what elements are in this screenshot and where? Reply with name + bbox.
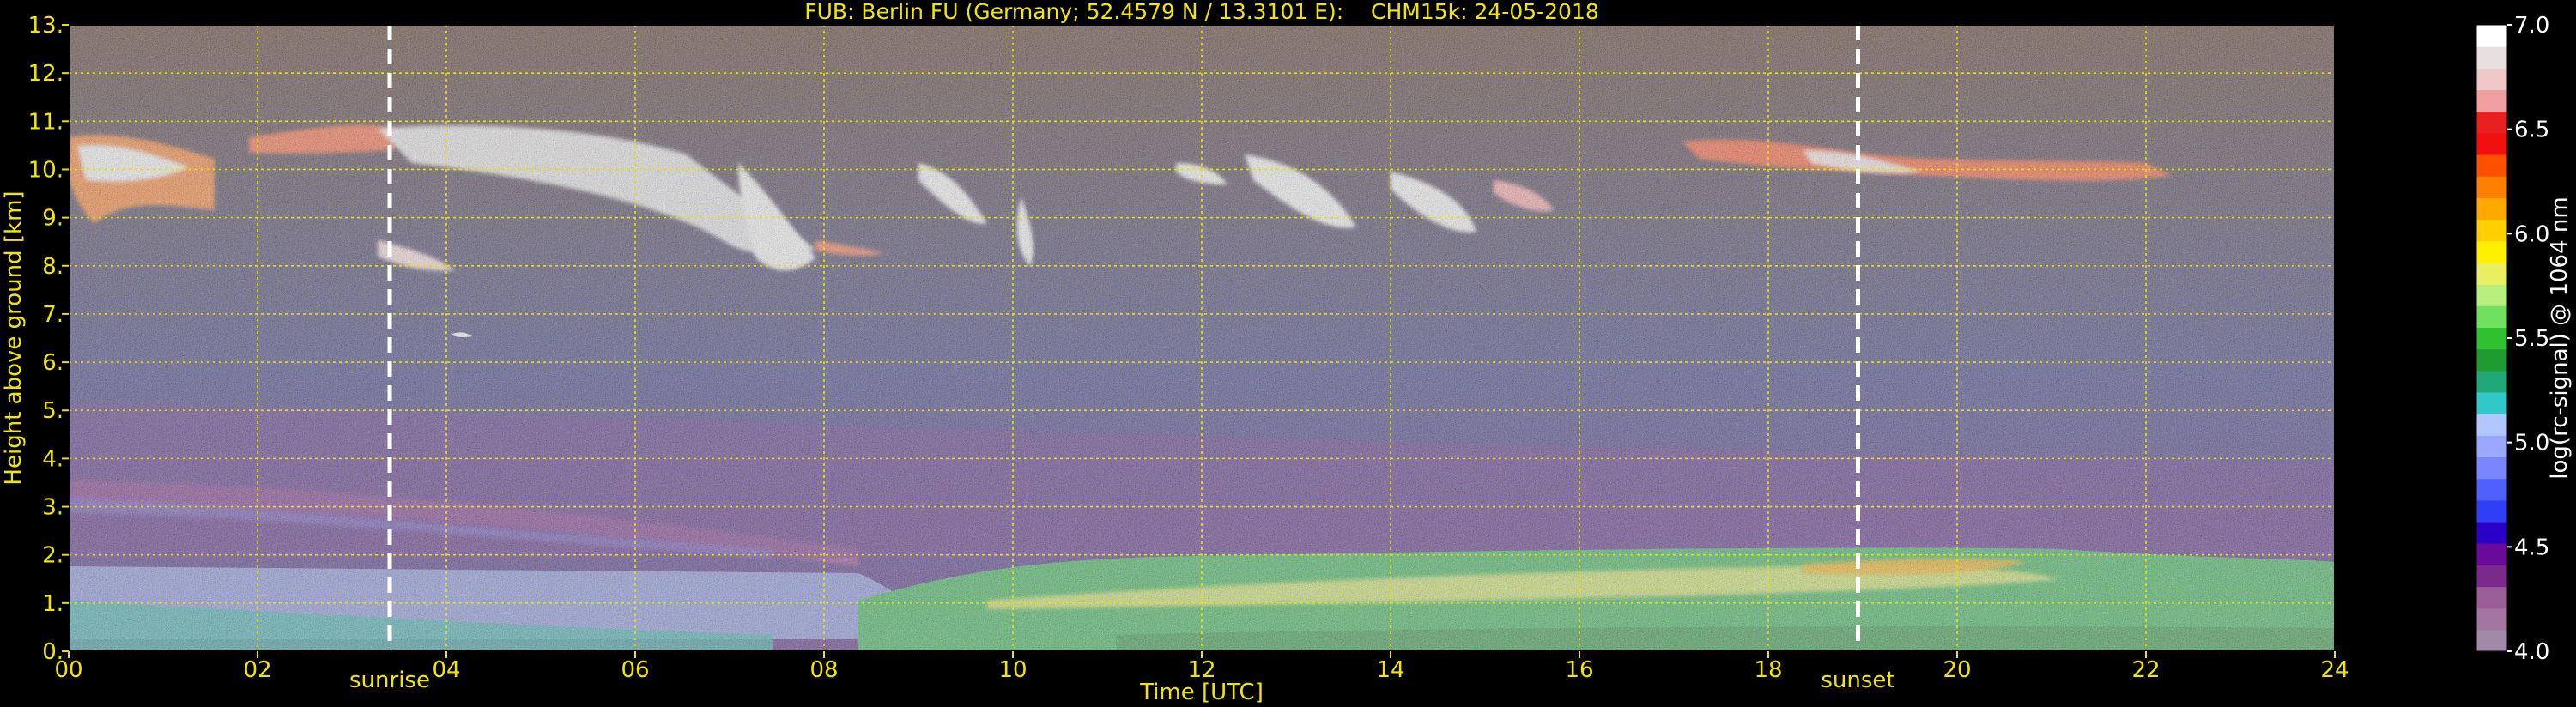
x-tick-label: 10 [998,657,1027,683]
y-tick-label: 3. [42,495,64,521]
y-tick-label: 11. [28,109,64,135]
y-tick-label: 0. [42,639,64,665]
colorbar-swatch [2476,197,2507,221]
x-tick-label: 02 [243,657,271,683]
chart-title: FUB: Berlin FU (Germany; 52.4579 N / 13.… [804,0,1599,24]
colorbar-swatch [2476,46,2507,69]
x-tick-label: 14 [1376,657,1404,683]
colorbar-swatch [2476,348,2507,372]
colorbar-swatch [2476,414,2507,436]
y-tick-label: 7. [42,302,64,328]
colorbar-swatch [2476,478,2507,501]
colorbar-swatch [2476,521,2507,544]
colorbar-tick-label: 6.0 [2514,221,2549,247]
colorbar-swatch [2476,240,2507,263]
colorbar: 4.0 4.5 5.0 5.5 6.0 6.5 7.0 [2476,13,2549,665]
colorbar-tick-label: 5.0 [2514,431,2549,456]
x-axis-label: Time [UTC] [1139,680,1264,705]
colorbar-swatch [2476,456,2507,480]
colorbar-swatch [2476,305,2507,329]
colorbar-swatch [2476,435,2507,458]
y-tick-label: 12. [28,61,64,87]
colorbar-swatch [2476,111,2507,134]
x-tick-label: 24 [2320,657,2349,683]
y-tick-label: 10. [28,157,64,183]
colorbar-swatch [2476,154,2507,177]
y-tick-label: 6. [42,350,64,376]
colorbar-swatch [2476,629,2507,652]
plot-area [69,25,2335,651]
annotations: sunrise sunset [349,668,1895,693]
y-tick-label: 9. [42,206,64,232]
y-tick-label: 4. [42,446,64,472]
colorbar-swatch [2476,370,2507,393]
colorbar-swatch [2476,565,2507,588]
colorbar-swatch [2476,219,2507,242]
y-tick-label: 1. [42,591,64,617]
colorbar-swatch [2476,284,2507,306]
colorbar-tick-label: 4.0 [2514,639,2549,665]
y-tick-label: 2. [42,543,64,569]
x-tick-label: 22 [2131,657,2160,683]
colorbar-swatch [2476,25,2507,47]
y-axis: 0. 1. 2. 3. 4. 5. 6. 7. 8. 9. 10. 11. 12. 13. [28,13,69,665]
colorbar-swatch [2476,132,2507,155]
colorbar-tick-label: 7.0 [2514,13,2549,39]
x-tick-label: 08 [809,657,838,683]
colorbar-tick-label: 6.5 [2514,118,2549,143]
colorbar-swatch [2476,607,2507,631]
y-tick-label: 5. [42,398,64,424]
x-tick-label: 06 [621,657,649,683]
colorbar-swatch [2476,89,2507,112]
colorbar-swatch [2476,543,2507,565]
colorbar-swatch [2476,262,2507,285]
colorbar-tick-label: 4.5 [2514,535,2549,560]
colorbar-swatch [2476,391,2507,414]
x-tick-label: 04 [432,657,460,683]
y-tick-label: 13. [28,13,64,39]
colorbar-swatch [2476,499,2507,523]
colorbar-swatch [2476,586,2507,609]
y-axis-label: Height above ground [km] [1,190,27,485]
y-tick-label: 8. [42,254,64,280]
colorbar-swatch [2476,68,2507,91]
x-tick-label: 20 [1943,657,1971,683]
sunset-label: sunset [1821,668,1894,693]
x-tick-label: 16 [1565,657,1593,683]
colorbar-swatch [2476,327,2507,350]
colorbar-swatch [2476,176,2507,198]
sunrise-label: sunrise [349,668,430,693]
colorbar-tick-label: 5.5 [2514,326,2549,352]
chart-figure: 00 02 04 06 08 10 12 14 16 18 20 22 24 0.1.2.3.4.5.6… [1,0,2573,705]
colorbar-label: log(rc-signal) @ 1064 nm [2547,196,2573,479]
x-tick-label: 18 [1754,657,1782,683]
